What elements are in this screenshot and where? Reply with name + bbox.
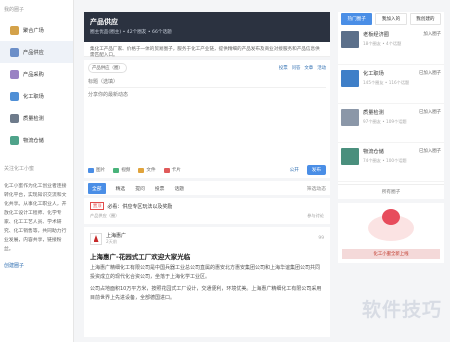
card-icon [163,167,170,173]
post-title[interactable]: 上海惠广-花园式工厂欢迎大家光临 [90,251,324,261]
file-icon [138,167,145,173]
sidebar-item-label: 产品采购 [23,71,44,78]
circle-item[interactable]: 质量检测 已加入圈子 97个圈友 • 109个话题 [338,104,444,143]
join-status[interactable]: 加入圈子 [423,31,441,38]
sidebar-item-purchase[interactable]: 产品采购 [0,63,73,85]
post-count: 99 [318,236,324,241]
circle-thumb [341,70,359,87]
join-status[interactable]: 已加入圈子 [419,70,441,77]
circle-intro: 集化工产品厂家、价格于一体的贸易圈子，服务于化工产业链，提供精细的产品发布及商业… [84,42,330,58]
tab-all[interactable]: 全部 [88,182,106,194]
circle-header: 产品供应 圈主优品(圈主) • 42个圈友 • 66个话题 [84,12,330,42]
plaza-icon [10,25,19,35]
sidebar-item-work[interactable]: 化工职场 [0,85,73,107]
promo-banner[interactable]: 化工小蜜全新上线 [338,203,444,263]
tab-hot-circles[interactable]: 热门圈子 [341,13,373,25]
tab-featured[interactable]: 精选 [116,185,126,192]
sidebar-item-label: 产品供应 [23,49,44,56]
tab-questions[interactable]: 提问 [135,185,145,192]
sidebar-item-supply[interactable]: 产品供应 [0,41,73,63]
qa-action[interactable]: 问答 [292,65,301,71]
logo-icon [93,235,99,242]
supply-icon [10,47,19,57]
create-circle-link[interactable]: 创建圈子 [0,258,73,273]
feed-tabs: 全部 精选 提问 投票 话题 筛选动态 [84,181,330,195]
post-paragraph: 上海惠广精细化工有限公司是中国兵器工业总公司直属的惠安北方惠安集团公司和上海华谊… [90,265,321,280]
tab-votes[interactable]: 投票 [155,185,165,192]
circle-meta: 圈主优品(圈主) • 42个圈友 • 66个话题 [90,30,172,35]
about-text: 化工小蜜作为化工创业者连接转化平台，实现知识交流和文化共享。从事化工职业人，开放… [4,184,67,252]
circle-thumb [341,31,359,48]
left-sidebar: 我的圈子 聚合广场 产品供应 产品采购 化工职场 质量检测 物流仓储 关注化工小… [0,0,74,342]
event-action[interactable]: 活动 [317,65,326,71]
right-sidebar: 热门圈子 我加入的 我创建的 老板经济圈 加入圈子 18个圈友 • 4个话题 化工职… [338,12,444,342]
circle-title: 产品供应 [90,18,118,26]
logistics-icon [10,135,19,145]
purchase-icon [10,69,19,79]
post-editor: 产品供应（圈） 投票 问答 文章 活动 图片 视频 文件 卡片 公开 发布 [84,60,330,178]
video-icon [113,167,120,173]
card-tool[interactable]: 卡片 [163,167,181,173]
video-tool[interactable]: 视频 [113,167,130,173]
sidebar-section-title: 我的圈子 [4,7,25,13]
join-status[interactable]: 已加入圈子 [419,109,441,116]
sidebar-item-label: 聚合广场 [23,27,44,34]
article-action[interactable]: 文章 [304,65,313,71]
vote-action[interactable]: 投票 [279,65,288,71]
quality-icon [10,113,19,123]
author-name[interactable]: 上海惠广 [106,232,126,239]
author-logo[interactable] [90,232,102,245]
pinned-post[interactable]: 置顶 必看：供应专区玩法以及奖励 产品供应（圈） 参与讨论 [84,198,330,224]
main-feed: 产品供应 圈主优品(圈主) • 42个圈友 • 66个话题 集化工产品厂家、价格… [84,12,330,342]
tab-joined[interactable]: 我加入的 [375,13,407,25]
all-circles-button[interactable]: 所有圈子 [338,184,444,199]
circle-thumb [341,109,359,126]
publish-scope[interactable]: 公开 [290,167,299,173]
pinned-meta: 产品供应（圈） [90,213,120,218]
join-status[interactable]: 已加入圈子 [419,148,441,155]
circle-item[interactable]: 老板经济圈 加入圈子 18个圈友 • 4个话题 [338,26,444,65]
sidebar-item-label: 化工职场 [23,93,44,100]
post-body-input[interactable] [88,91,326,147]
file-tool[interactable]: 文件 [138,167,156,173]
circle-item[interactable]: 物流仓储 已加入圈子 74个圈友 • 100个话题 [338,143,444,182]
tab-topics[interactable]: 话题 [174,185,184,192]
pinned-title[interactable]: 必看：供应专区玩法以及奖励 [107,203,172,210]
about-title: 关注化工小蜜 [4,166,35,172]
circle-thumb [341,148,359,165]
post-title-input[interactable] [88,76,326,88]
image-icon [88,167,94,173]
filter-button[interactable]: 筛选动态 [307,185,326,192]
sidebar-item-label: 物流仓储 [23,137,44,144]
sidebar-item-logistics[interactable]: 物流仓储 [0,129,73,151]
circle-item[interactable]: 化工职场 已加入圈子 145个圈友 • 116个话题 [338,65,444,104]
post-time: 2天前 [106,239,118,244]
feed-post: 上海惠广 2天前 99 上海惠广-花园式工厂欢迎大家光临 上海惠广精细化工有限公… [84,227,330,337]
sidebar-item-quality[interactable]: 质量检测 [0,107,73,129]
circles-card: 热门圈子 我加入的 我创建的 老板经济圈 加入圈子 18个圈友 • 4个话题 化工职… [338,12,444,199]
tab-created[interactable]: 我创建的 [409,13,441,25]
post-paragraph: 公司占地面积10万平方米，按照花园式工厂设计，交通便利，环境优美。上海惠广精细化… [90,286,322,301]
banner-text: 化工小蜜全新上线 [342,249,440,259]
balloon-icon [382,209,400,225]
work-icon [10,91,19,101]
pinned-discuss[interactable]: 参与讨论 [307,213,324,219]
pinned-badge: 置顶 [90,202,105,210]
submit-button[interactable]: 发布 [306,165,326,175]
image-tool[interactable]: 图片 [88,167,105,173]
circle-selector[interactable]: 产品供应（圈） [88,63,127,73]
sidebar-item-label: 质量检测 [23,115,44,122]
watermark: 软件技巧 [361,299,442,321]
sidebar-item-plaza[interactable]: 聚合广场 [0,19,73,41]
